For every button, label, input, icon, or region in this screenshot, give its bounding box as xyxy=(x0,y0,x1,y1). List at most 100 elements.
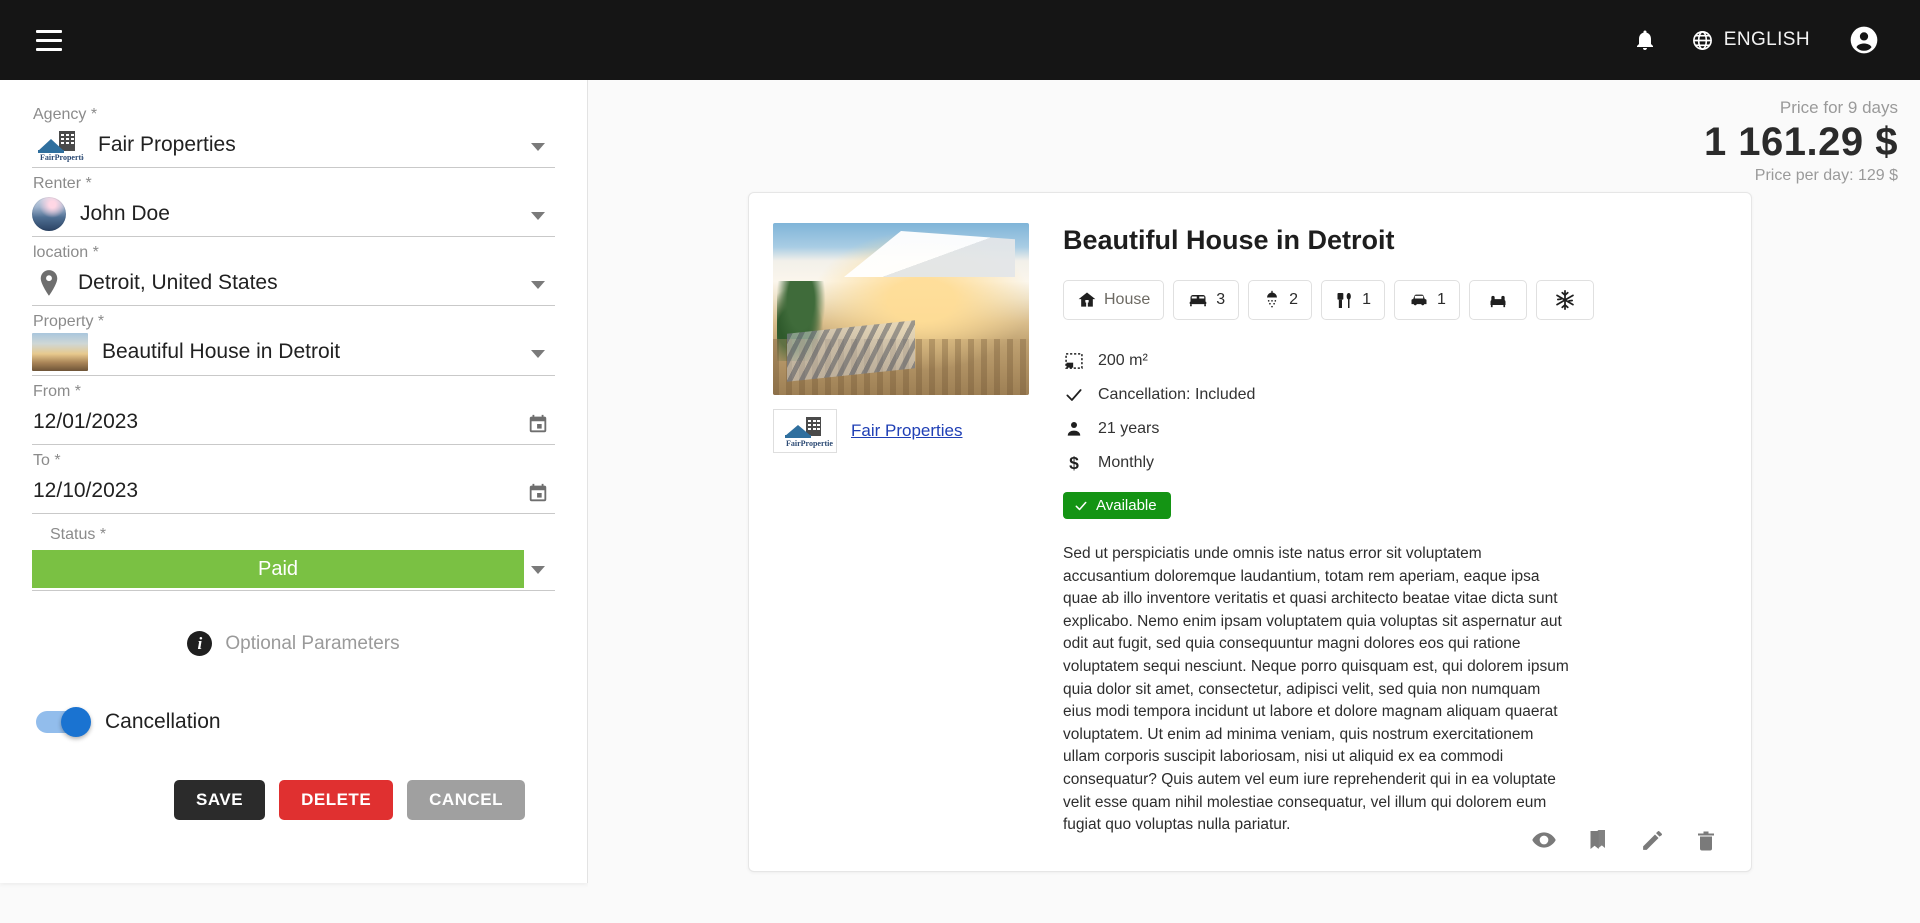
house-icon xyxy=(1077,290,1097,310)
from-date-input[interactable]: 12/01/2023 xyxy=(32,403,555,445)
bed-icon xyxy=(1187,290,1209,310)
to-date-input[interactable]: 12/10/2023 xyxy=(32,472,555,514)
field-status: Status * Paid xyxy=(32,526,555,591)
chevron-down-icon[interactable] xyxy=(531,566,545,574)
appbar-actions: ENGLISH xyxy=(1617,12,1892,68)
field-property: Property * Beautiful House in Detroit xyxy=(32,313,555,376)
save-button[interactable]: SAVE xyxy=(174,780,266,820)
chip-parking-value: 1 xyxy=(1436,291,1446,308)
bookmark-icon[interactable] xyxy=(1585,827,1611,853)
area-icon xyxy=(1063,351,1085,371)
delete-button[interactable]: DELETE xyxy=(279,780,394,820)
property-photo[interactable] xyxy=(773,223,1029,395)
property-card-media: FairProperties Fair Properties xyxy=(773,221,1043,855)
field-property-label: Property * xyxy=(33,313,105,330)
field-location: location * Detroit, United States xyxy=(32,244,555,306)
field-location-label: location * xyxy=(33,244,99,261)
booking-form-panel: Agency * FairProperties Fair Properties … xyxy=(0,80,588,883)
price-summary: Price for 9 days 1 161.29 $ Price per da… xyxy=(1704,98,1898,186)
language-switcher[interactable]: ENGLISH xyxy=(1673,29,1828,52)
chip-air-conditioning[interactable] xyxy=(1535,280,1594,320)
sofa-icon xyxy=(1486,290,1510,310)
hamburger-menu-icon[interactable] xyxy=(28,19,70,61)
detail-area-text: 200 m² xyxy=(1098,352,1148,369)
pencil-icon[interactable] xyxy=(1639,827,1665,853)
detail-age-text: 21 years xyxy=(1098,420,1160,437)
price-total: 1 161.29 $ xyxy=(1703,120,1898,164)
property-thumbnail-icon xyxy=(32,333,88,371)
renter-value: John Doe xyxy=(80,201,170,225)
cancel-button[interactable]: CANCEL xyxy=(407,780,525,820)
account-button[interactable] xyxy=(1836,12,1892,68)
chip-kitchens[interactable]: 1 xyxy=(1321,280,1385,320)
info-icon: i xyxy=(187,631,213,656)
property-card-body: Beautiful House in Detroit House 3 2 1 1… xyxy=(1043,221,1727,855)
field-agency-label: Agency * xyxy=(33,106,98,123)
property-description: Sed ut perspiciatis unde omnis iste natu… xyxy=(1063,545,1569,834)
chevron-down-icon[interactable] xyxy=(531,211,545,220)
svg-text:$: $ xyxy=(1069,453,1079,473)
agency-link[interactable]: Fair Properties xyxy=(851,421,962,441)
agency-logo-icon: FairProperties xyxy=(32,128,84,162)
calendar-icon[interactable] xyxy=(527,482,549,504)
notifications-button[interactable] xyxy=(1617,12,1673,68)
toggle-knob xyxy=(61,707,91,737)
field-renter-label: Renter * xyxy=(33,175,92,192)
chip-house-type[interactable]: House xyxy=(1063,280,1165,320)
chip-bathrooms[interactable]: 2 xyxy=(1248,280,1313,320)
chip-parking[interactable]: 1 xyxy=(1393,280,1460,320)
field-renter: Renter * John Doe xyxy=(32,175,555,237)
snowflake-icon xyxy=(1554,289,1576,311)
field-from-label: From * xyxy=(33,383,82,400)
agency-value: Fair Properties xyxy=(98,132,236,156)
check-icon xyxy=(1074,499,1088,513)
property-select[interactable]: Beautiful House in Detroit xyxy=(32,333,555,376)
field-status-label: Status * xyxy=(50,526,107,543)
detail-cancellation: Cancellation: Included xyxy=(1063,380,1727,410)
shower-icon xyxy=(1262,289,1282,311)
bell-icon xyxy=(1633,28,1657,52)
renter-select[interactable]: John Doe xyxy=(32,195,555,237)
field-to-label: To * xyxy=(33,452,61,469)
location-value: Detroit, United States xyxy=(78,270,278,294)
renter-avatar-icon xyxy=(32,196,66,231)
location-select[interactable]: Detroit, United States xyxy=(32,264,555,306)
account-circle-icon xyxy=(1848,24,1880,56)
property-card: FairProperties Fair Properties Beautiful… xyxy=(748,192,1752,872)
detail-age: 21 years xyxy=(1063,414,1727,444)
eye-icon[interactable] xyxy=(1531,827,1557,853)
price-per-day: Price per day: 129 $ xyxy=(1754,167,1898,184)
cancellation-toggle-row: Cancellation xyxy=(32,707,555,737)
chip-furnished[interactable] xyxy=(1468,280,1527,320)
agency-select[interactable]: FairProperties Fair Properties xyxy=(32,126,555,168)
page-title: Beautiful House in Detroit xyxy=(1063,225,1395,255)
detail-payment: $ Monthly xyxy=(1063,448,1727,478)
to-date-value: 12/10/2023 xyxy=(33,478,139,502)
language-label: ENGLISH xyxy=(1723,29,1810,50)
chip-house-label: House xyxy=(1104,291,1151,308)
check-icon xyxy=(1063,385,1085,405)
cancellation-toggle[interactable] xyxy=(36,707,91,737)
chevron-down-icon[interactable] xyxy=(531,350,545,358)
car-icon xyxy=(1408,290,1430,310)
chevron-down-icon[interactable] xyxy=(531,280,545,289)
property-card-actions xyxy=(1531,827,1719,853)
chevron-down-icon[interactable] xyxy=(531,142,545,151)
photo-roof-shape xyxy=(844,231,1015,277)
optional-parameters-label: Optional Parameters xyxy=(225,632,400,654)
fair-properties-logo-icon: FairProperties xyxy=(773,409,837,453)
person-icon xyxy=(1063,419,1085,439)
chip-bedrooms[interactable]: 3 xyxy=(1173,280,1240,320)
availability-badge: Available xyxy=(1063,492,1171,519)
optional-parameters-toggle[interactable]: i Optional Parameters xyxy=(32,631,555,656)
status-select[interactable]: Paid xyxy=(32,550,555,591)
property-preview-panel: Price for 9 days 1 161.29 $ Price per da… xyxy=(588,80,1920,923)
svg-text:FairProperties: FairProperties xyxy=(40,153,84,162)
status-badge: Paid xyxy=(32,550,524,588)
chip-kitchens-value: 1 xyxy=(1362,291,1371,308)
price-period-label: Price for 9 days xyxy=(1779,98,1898,117)
field-agency: Agency * FairProperties Fair Properties xyxy=(32,106,555,168)
trash-icon[interactable] xyxy=(1693,827,1719,853)
top-app-bar: ENGLISH xyxy=(0,0,1920,80)
calendar-icon[interactable] xyxy=(527,413,549,435)
